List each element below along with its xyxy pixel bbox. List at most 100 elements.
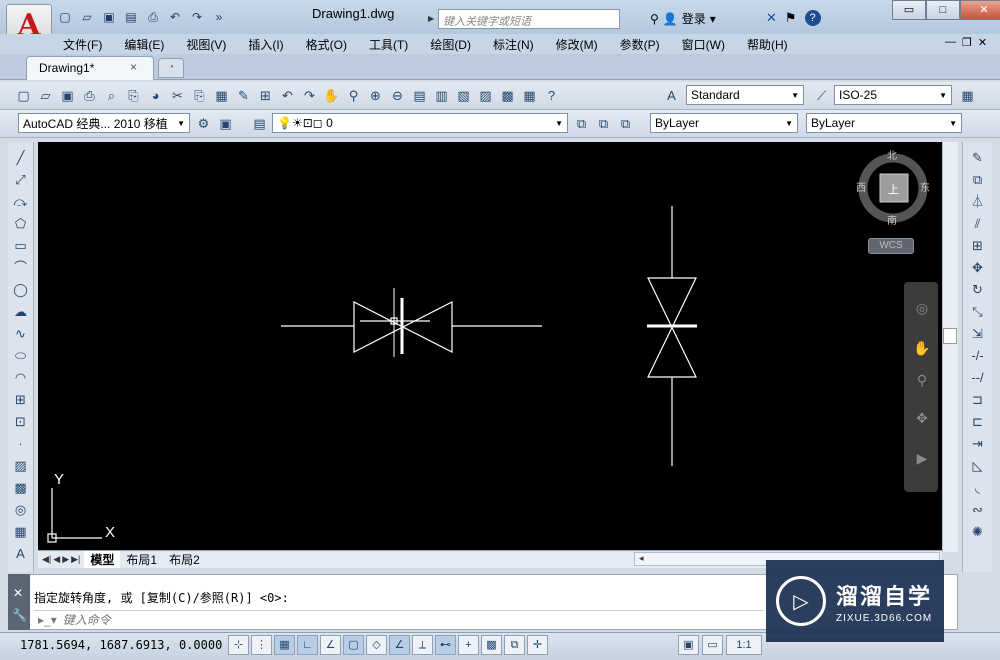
- minimize-button[interactable]: ▭: [892, 0, 926, 20]
- calculator-icon[interactable]: ▦: [520, 86, 539, 105]
- color-select[interactable]: ByLayer ▼: [650, 113, 798, 133]
- menu-help[interactable]: 帮助(H): [736, 36, 799, 53]
- menu-file[interactable]: 文件(F): [52, 36, 113, 53]
- erase-icon[interactable]: ✎: [968, 148, 988, 167]
- doc-close-icon[interactable]: ✕: [978, 36, 987, 49]
- menu-draw[interactable]: 绘图(D): [419, 36, 482, 53]
- command-prompt-icon[interactable]: ▸_▾: [38, 613, 57, 627]
- revision-cloud-icon[interactable]: ☁: [11, 302, 31, 321]
- maximize-button[interactable]: □: [926, 0, 960, 20]
- last-icon[interactable]: ▶|: [71, 554, 80, 565]
- layer-previous-icon[interactable]: ⧉: [594, 114, 613, 133]
- pan-nav-icon[interactable]: ✋: [912, 340, 932, 360]
- login-area[interactable]: ⚲ 👤 登录 ▾: [650, 10, 716, 27]
- search-expand-icon[interactable]: ▶: [428, 9, 438, 29]
- tool-palettes-icon[interactable]: ▧: [454, 86, 473, 105]
- array-icon[interactable]: ⊞: [968, 236, 988, 255]
- zoom-realtime-icon[interactable]: ⚲: [344, 86, 363, 105]
- close-window-button[interactable]: ✕: [960, 0, 1000, 20]
- login-label[interactable]: 登录: [682, 10, 706, 27]
- command-close-icon[interactable]: ✕: [13, 586, 23, 600]
- layer-state-icon[interactable]: ⧉: [616, 114, 635, 133]
- chevron-down-icon[interactable]: ▾: [710, 12, 716, 26]
- extend-icon[interactable]: --/: [968, 368, 988, 387]
- zoom-nav-icon[interactable]: ⚲: [912, 372, 932, 392]
- pan-icon[interactable]: ✋: [322, 86, 341, 105]
- menu-window[interactable]: 窗口(W): [671, 36, 736, 53]
- customize-icon[interactable]: ▣: [216, 114, 235, 133]
- make-block-icon[interactable]: ⊡: [11, 412, 31, 431]
- quick-view-layouts-icon[interactable]: ▭: [702, 635, 723, 655]
- cut-icon[interactable]: ✂: [168, 86, 187, 105]
- annotation-scale-icon[interactable]: 1:1: [726, 635, 762, 655]
- zoom-window-icon[interactable]: ⊕: [366, 86, 385, 105]
- break-icon[interactable]: ⊏: [968, 412, 988, 431]
- stretch-icon[interactable]: ⇲: [968, 324, 988, 343]
- menu-parametric[interactable]: 参数(P): [609, 36, 671, 53]
- object-snap-tracking-icon[interactable]: ∠: [389, 635, 410, 655]
- explode-icon[interactable]: ✺: [968, 522, 988, 541]
- command-customize-icon[interactable]: 🔧: [12, 608, 27, 622]
- grid-display-icon[interactable]: ▦: [274, 635, 295, 655]
- design-center-icon[interactable]: ▥: [432, 86, 451, 105]
- polygon-icon[interactable]: ⬠: [11, 214, 31, 233]
- block-editor-icon[interactable]: ⊞: [256, 86, 275, 105]
- search-input[interactable]: 键入关键字或短语: [438, 9, 620, 29]
- mirror-icon[interactable]: ⏃: [968, 192, 988, 211]
- redo-tool-icon[interactable]: ↷: [300, 86, 319, 105]
- ortho-mode-icon[interactable]: ∟: [297, 635, 318, 655]
- drawing-canvas[interactable]: Y X 上 北 南 东 西: [38, 142, 942, 550]
- open-file-icon[interactable]: ▱: [36, 86, 55, 105]
- ellipse-icon[interactable]: ⬭: [11, 346, 31, 365]
- gradient-icon[interactable]: ▩: [11, 478, 31, 497]
- trim-icon[interactable]: -/-: [968, 346, 988, 365]
- tab-close-icon[interactable]: ×: [130, 60, 137, 74]
- saveas-icon[interactable]: ▤: [122, 8, 140, 26]
- coordinate-display[interactable]: 1781.5694, 1687.6913, 0.0000: [20, 638, 222, 652]
- hatch-icon[interactable]: ▨: [11, 456, 31, 475]
- fillet-icon[interactable]: ◟: [968, 478, 988, 497]
- tab-model[interactable]: 模型: [84, 551, 121, 568]
- menu-modify[interactable]: 修改(M): [545, 36, 609, 53]
- spline-icon[interactable]: ∿: [11, 324, 31, 343]
- orbit-nav-icon[interactable]: ✥: [912, 410, 932, 430]
- match-prop-icon[interactable]: ✎: [234, 86, 253, 105]
- layer-properties-icon[interactable]: ▤: [250, 114, 269, 133]
- transparency-icon[interactable]: ▩: [481, 635, 502, 655]
- snap-mode-icon[interactable]: ⋮: [251, 635, 272, 655]
- first-icon[interactable]: ◀|: [42, 554, 51, 565]
- scale-icon[interactable]: ⤡: [968, 302, 988, 321]
- layout-nav-arrows[interactable]: ◀| ◀ ▶ ▶|: [38, 554, 84, 565]
- menu-tools[interactable]: 工具(T): [358, 36, 419, 53]
- next-icon[interactable]: ▶: [62, 554, 69, 565]
- move-icon[interactable]: ✥: [968, 258, 988, 277]
- make-current-layer-icon[interactable]: ⧉: [572, 114, 591, 133]
- plot-preview-icon[interactable]: ⌕: [102, 86, 121, 105]
- valve-vertical[interactable]: [647, 206, 697, 466]
- text-style-icon[interactable]: A: [662, 86, 681, 105]
- command-input[interactable]: ▸_▾ 键入命令: [34, 610, 764, 628]
- valve-horizontal[interactable]: [281, 288, 542, 357]
- menu-view[interactable]: 视图(V): [175, 36, 237, 53]
- tab-layout2[interactable]: 布局2: [163, 551, 206, 568]
- exchange-icon[interactable]: ✕: [766, 10, 777, 26]
- offset-icon[interactable]: ⫽: [968, 214, 988, 233]
- menu-edit[interactable]: 编辑(E): [113, 36, 175, 53]
- steering-wheel-icon[interactable]: ◎: [912, 300, 932, 320]
- construction-line-icon[interactable]: ⤢: [11, 170, 31, 189]
- menu-format[interactable]: 格式(O): [295, 36, 358, 53]
- undo-icon[interactable]: ↶: [166, 8, 184, 26]
- dim-style-select[interactable]: ISO-25 ▼: [834, 85, 952, 105]
- quick-properties-icon[interactable]: ⧉: [504, 635, 525, 655]
- mtext-icon[interactable]: A: [11, 544, 31, 563]
- properties-icon[interactable]: ▤: [410, 86, 429, 105]
- paste-icon[interactable]: ▦: [212, 86, 231, 105]
- save-icon[interactable]: ▣: [100, 8, 118, 26]
- layer-select[interactable]: 💡☀⊡◻ 0 ▼: [272, 113, 568, 133]
- dynamic-ucs-icon[interactable]: ⟂: [412, 635, 433, 655]
- viewcube-south[interactable]: 南: [887, 214, 897, 227]
- lineweight-icon[interactable]: +: [458, 635, 479, 655]
- text-style-select[interactable]: Standard ▼: [686, 85, 804, 105]
- new-icon[interactable]: ▢: [56, 8, 74, 26]
- rotate-icon[interactable]: ↻: [968, 280, 988, 299]
